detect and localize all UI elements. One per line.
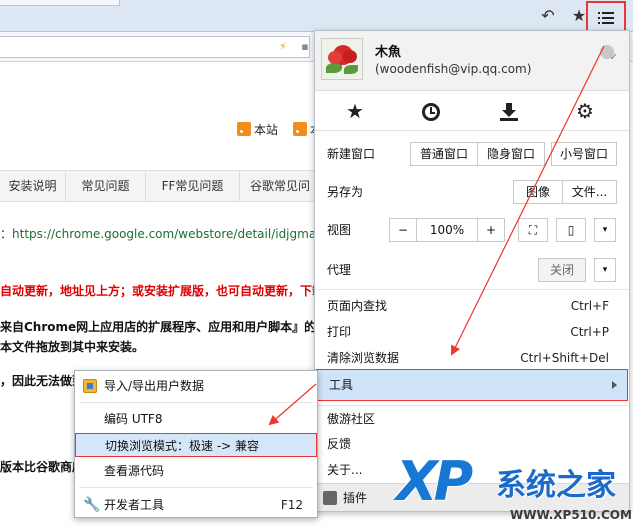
submenu-item-view-source[interactable]: 查看源代码: [75, 459, 317, 483]
bookmark-star-icon[interactable]: ★: [325, 91, 385, 131]
submenu-item-devtools[interactable]: 🔧 开发者工具 F12: [75, 493, 317, 517]
watermark-title: 系统之家: [496, 468, 616, 503]
lock-icon[interactable]: ▪: [298, 40, 312, 54]
submenu-item-switch-mode[interactable]: 切换浏览模式：极速 -> 兼容: [75, 433, 317, 457]
history-icon[interactable]: [401, 91, 461, 131]
quick-actions: ★ ⚙: [315, 91, 629, 131]
submenu-divider: [79, 402, 313, 403]
proxy-dropdown-icon[interactable]: ▾: [594, 258, 616, 282]
small-window-button[interactable]: 小号窗口: [551, 142, 617, 166]
menu-item-clear-data[interactable]: 清除浏览数据 Ctrl+Shift+Del: [315, 346, 629, 370]
undo-icon[interactable]: ↶: [538, 6, 558, 26]
submenu-arrow-icon: [612, 381, 617, 389]
save-image-button[interactable]: 图像: [513, 180, 563, 204]
notice-drag: 本文件拖放到其中来安装。: [0, 340, 145, 354]
menu-item-label: 页面内查找: [327, 299, 388, 313]
submenu-item-shortcut: F12: [280, 498, 303, 512]
lightning-icon[interactable]: ⚡: [276, 40, 290, 54]
browser-tab[interactable]: [0, 0, 120, 6]
submenu-item-encoding[interactable]: 编码 UTF8: [75, 407, 317, 431]
plugins-label: 插件: [343, 491, 368, 505]
zoom-level: 100%: [416, 218, 478, 242]
nav-ff-faq[interactable]: FF常见问题: [146, 171, 240, 201]
menu-divider: [315, 405, 629, 406]
import-export-icon: [83, 379, 97, 393]
browser-titlebar: ↶ ★: [0, 0, 633, 35]
menu-item-label: 清除浏览数据: [327, 351, 400, 365]
new-window-label: 新建窗口: [327, 147, 376, 161]
save-file-button[interactable]: 文件...: [562, 180, 617, 204]
rss-link[interactable]: 本站: [237, 122, 278, 138]
profile-email: (woodenfish@vip.qq.com): [375, 62, 532, 76]
wrench-icon: 🔧: [83, 497, 101, 513]
submenu-item-import[interactable]: 导入/导出用户数据: [75, 374, 317, 398]
proxy-label: 代理: [327, 263, 352, 277]
zoom-dropdown-icon[interactable]: ▾: [594, 218, 616, 242]
site-nav: 安装说明 常见问题 FF常见问题 谷歌常见问: [0, 170, 320, 202]
url-line: ：https://chrome.google.com/webstore/deta…: [0, 225, 316, 242]
menu-divider: [315, 289, 629, 290]
submenu-item-label: 编码 UTF8: [104, 412, 163, 426]
proxy-row: 代理 关闭 ▾: [315, 257, 629, 283]
watermark: XP 系统之家 WWW.XP510.COM: [396, 440, 633, 527]
nav-install[interactable]: 安装说明: [0, 171, 66, 201]
submenu-item-label: 查看源代码: [104, 464, 165, 478]
watermark-logo: XP: [396, 450, 473, 513]
normal-window-button[interactable]: 普通窗口: [410, 142, 478, 166]
fullscreen-icon[interactable]: ⛶: [518, 218, 548, 242]
save-as-label: 另存为: [327, 185, 364, 199]
sync-status-icon: [600, 45, 618, 63]
rss-icon: [237, 122, 251, 136]
notice-red: 自动更新，地址见上方；或安装扩展版，也可自动更新，下载: [0, 284, 325, 298]
profile-name: 木魚: [375, 45, 402, 60]
menu-item-shortcut: Ctrl+Shift+Del: [520, 351, 609, 365]
zoom-out-button[interactable]: −: [389, 218, 417, 242]
nav-faq[interactable]: 常见问题: [66, 171, 146, 201]
zoom-label: 视图: [327, 223, 352, 237]
menu-item-shortcut: Ctrl+P: [570, 325, 609, 339]
zoom-row: 视图 − 100% + ⛶ ▯ ▾: [315, 217, 629, 243]
nav-google-faq[interactable]: 谷歌常见问: [240, 171, 320, 201]
notice-plain: ，因此无法做到: [0, 374, 85, 388]
incognito-window-button[interactable]: 隐身窗口: [477, 142, 545, 166]
watermark-url: WWW.XP510.COM: [510, 508, 632, 522]
notice-bold: 来自Chrome网上应用店的扩展程序、应用和用户脚本』的勾: [0, 320, 329, 334]
split-view-icon[interactable]: ▯: [556, 218, 586, 242]
webstore-link[interactable]: https://chrome.google.com/webstore/detai…: [12, 227, 316, 241]
tools-submenu: 导入/导出用户数据 编码 UTF8 切换浏览模式：极速 -> 兼容 查看源代码 …: [74, 370, 318, 518]
rss-icon: [293, 122, 307, 136]
url-prefix: ：: [0, 227, 13, 241]
menu-item-community[interactable]: 傲游社区: [315, 407, 629, 431]
submenu-item-label: 开发者工具: [104, 498, 165, 512]
profile-card[interactable]: 木魚 (woodenfish@vip.qq.com): [315, 31, 629, 91]
new-window-row: 新建窗口 普通窗口 隐身窗口 小号窗口: [315, 141, 629, 167]
menu-item-print[interactable]: 打印 Ctrl+P: [315, 320, 629, 344]
notice-version: 版本比谷歌商店: [0, 460, 85, 474]
menu-item-label: 工具: [329, 378, 354, 392]
url-field[interactable]: [0, 36, 310, 58]
avatar[interactable]: [321, 38, 363, 80]
rss-label: 本站: [254, 123, 279, 137]
settings-gear-icon[interactable]: ⚙: [555, 91, 615, 131]
submenu-item-label: 切换浏览模式：极速 -> 兼容: [105, 439, 260, 453]
download-icon[interactable]: [479, 91, 539, 131]
menu-item-tools[interactable]: 工具: [316, 369, 628, 401]
proxy-toggle[interactable]: 关闭: [538, 258, 586, 282]
menu-item-label: 打印: [327, 325, 352, 339]
menu-item-find[interactable]: 页面内查找 Ctrl+F: [315, 294, 629, 318]
submenu-divider: [79, 487, 313, 488]
submenu-item-label: 导入/导出用户数据: [104, 379, 205, 393]
zoom-in-button[interactable]: +: [477, 218, 505, 242]
menu-item-shortcut: Ctrl+F: [570, 299, 609, 313]
puzzle-icon: [323, 491, 337, 505]
save-as-row: 另存为 图像 文件...: [315, 179, 629, 205]
